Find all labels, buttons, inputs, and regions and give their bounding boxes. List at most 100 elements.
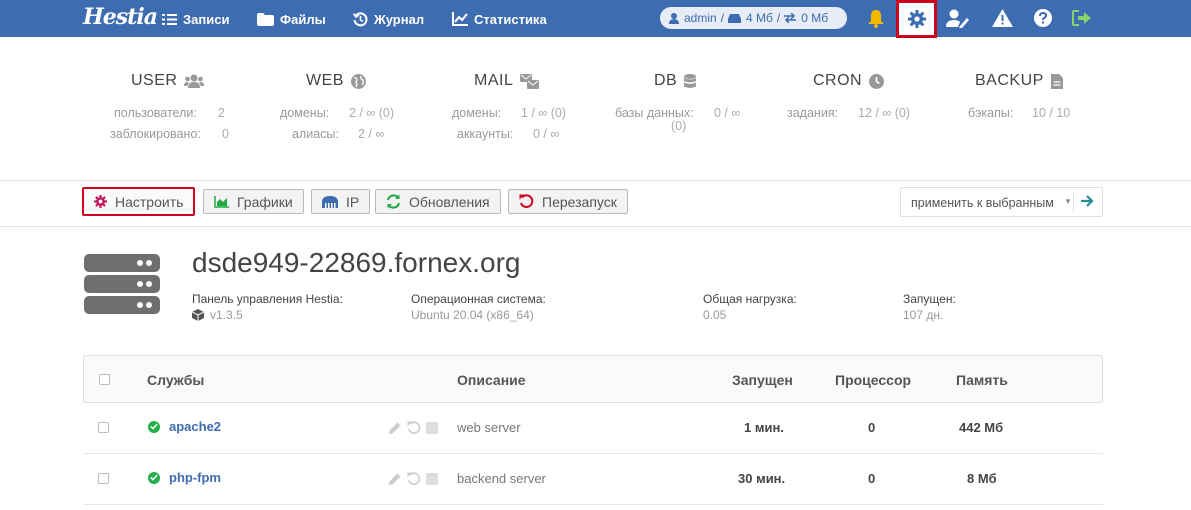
service-name: php-fpm xyxy=(169,470,221,485)
restart-icon[interactable] xyxy=(407,472,421,486)
bulk-action-label: применить к выбранным xyxy=(911,196,1054,210)
bell-icon xyxy=(868,9,884,28)
service-description: web server xyxy=(457,420,521,435)
service-name-link[interactable]: apache2 xyxy=(148,419,221,434)
server-settings-button[interactable] xyxy=(896,0,937,38)
col-memory[interactable]: Память xyxy=(956,372,1008,388)
nav-statistics-label: Статистика xyxy=(474,11,547,27)
nav-records-label: Записи xyxy=(183,11,230,27)
table-row: apache2 web server 1 мин. 0 442 Мб xyxy=(83,403,1103,454)
sync-icon xyxy=(387,194,400,209)
mail-icon xyxy=(520,73,540,89)
server-icon xyxy=(84,254,160,317)
nav-journal[interactable]: Журнал xyxy=(353,9,424,29)
stat-mail-title[interactable]: MAIL xyxy=(474,72,540,90)
cube-icon xyxy=(192,309,204,321)
table-row: php-fpm backend server 30 мин. 0 8 Мб xyxy=(83,454,1103,505)
load-label: Общая нагрузка: xyxy=(703,292,797,306)
user-edit-icon xyxy=(946,9,969,28)
database-icon xyxy=(684,73,697,88)
stat-mail-row-label: домены: xyxy=(452,106,502,120)
notifications-button[interactable] xyxy=(864,7,888,29)
stat-web-row-value: 2 / ∞ xyxy=(358,127,385,141)
bulk-action-select[interactable]: применить к выбранным ▼ xyxy=(900,187,1103,217)
row-checkbox[interactable] xyxy=(98,473,109,484)
exchange-icon xyxy=(784,13,797,23)
services-table-header: Службы Описание Запущен Процессор Память xyxy=(83,355,1103,403)
user-pill[interactable]: admin / 4 Мб / 0 Мб xyxy=(660,7,847,29)
stat-mail-row-value: 1 / ∞ (0) xyxy=(521,106,567,120)
hdd-icon xyxy=(728,13,742,23)
service-description: backend server xyxy=(457,471,546,486)
stop-icon[interactable] xyxy=(426,422,438,434)
stat-user-row-label: заблокировано: xyxy=(110,127,201,141)
stat-cron-title[interactable]: CRON xyxy=(813,72,885,90)
nav-journal-label: Журнал xyxy=(374,11,425,27)
help-button[interactable] xyxy=(1031,7,1055,29)
graphs-button[interactable]: Графики xyxy=(203,189,304,214)
nav-statistics[interactable]: Статистика xyxy=(452,9,547,29)
uptime-value: 107 дн. xyxy=(903,308,944,322)
hestia-logo[interactable]: Hestia xyxy=(83,4,158,30)
stat-backup-row-label: бэкапы: xyxy=(968,106,1014,120)
configure-button[interactable]: Настроить xyxy=(82,187,196,216)
service-memory: 8 Мб xyxy=(967,471,997,486)
stat-backup-row-value: 10 / 10 xyxy=(1032,106,1071,120)
nav-records[interactable]: Записи xyxy=(162,9,229,29)
ip-button[interactable]: IP xyxy=(311,189,371,214)
users-button[interactable] xyxy=(946,7,970,29)
service-name-link[interactable]: php-fpm xyxy=(148,470,221,485)
service-cpu: 0 xyxy=(868,420,876,435)
updates-button[interactable]: Обновления xyxy=(375,189,501,214)
graphs-label: Графики xyxy=(237,193,293,210)
configure-label: Настроить xyxy=(115,193,184,210)
warnings-button[interactable] xyxy=(990,7,1014,29)
server-hostname: dsde949-22869.fornex.org xyxy=(192,247,521,278)
col-description[interactable]: Описание xyxy=(457,372,526,388)
gear-icon xyxy=(907,10,926,28)
load-value: 0.05 xyxy=(703,308,727,322)
row-actions xyxy=(388,421,443,435)
stat-cron-row-value: 12 / ∞ (0) xyxy=(858,106,910,120)
os-value: Ubuntu 20.04 (x86_64) xyxy=(411,308,534,322)
stat-user-title[interactable]: USER xyxy=(131,72,205,90)
stat-db-title[interactable]: DB xyxy=(654,72,697,90)
divider xyxy=(0,180,1191,181)
service-cpu: 0 xyxy=(868,471,876,486)
users-icon xyxy=(184,74,205,88)
stat-user-row-value: 2 xyxy=(218,106,225,120)
cog-icon xyxy=(94,195,107,208)
col-cpu[interactable]: Процессор xyxy=(835,372,911,388)
stop-icon[interactable] xyxy=(426,473,438,485)
globe-icon xyxy=(350,73,366,89)
stat-web-title[interactable]: WEB xyxy=(306,72,366,90)
restart-button[interactable]: Перезапуск xyxy=(508,189,628,214)
disk-usage: 4 Мб xyxy=(746,11,773,25)
row-checkbox[interactable] xyxy=(98,422,109,433)
ip-label: IP xyxy=(346,193,360,210)
stat-mail-row-value: 0 / ∞ xyxy=(533,127,560,141)
select-all-checkbox[interactable] xyxy=(99,374,110,385)
stat-web-row-label: алиасы: xyxy=(292,127,339,141)
user-name: admin xyxy=(684,11,717,25)
bandwidth-usage: 0 Мб xyxy=(801,11,829,25)
edit-icon[interactable] xyxy=(388,421,402,435)
edit-icon[interactable] xyxy=(388,472,402,486)
stat-user-row-value: 0 xyxy=(222,127,229,141)
user-icon xyxy=(669,12,679,24)
stat-backup-label: BACKUP xyxy=(975,72,1044,89)
col-service[interactable]: Службы xyxy=(147,372,204,388)
logout-button[interactable] xyxy=(1070,7,1094,29)
arrow-right-icon[interactable] xyxy=(1080,194,1094,208)
divider xyxy=(0,226,1191,227)
service-uptime: 30 мин. xyxy=(738,471,786,486)
stat-db-row-value: 0 / ∞ xyxy=(714,106,741,120)
updates-label: Обновления xyxy=(409,193,490,210)
separator xyxy=(1073,192,1074,212)
restart-icon[interactable] xyxy=(407,421,421,435)
area-chart-icon xyxy=(214,195,229,208)
col-uptime[interactable]: Запущен xyxy=(732,372,793,388)
nav-files[interactable]: Файлы xyxy=(257,9,326,29)
stat-cron-row-label: задания: xyxy=(787,106,839,120)
stat-backup-title[interactable]: BACKUP xyxy=(975,72,1063,90)
